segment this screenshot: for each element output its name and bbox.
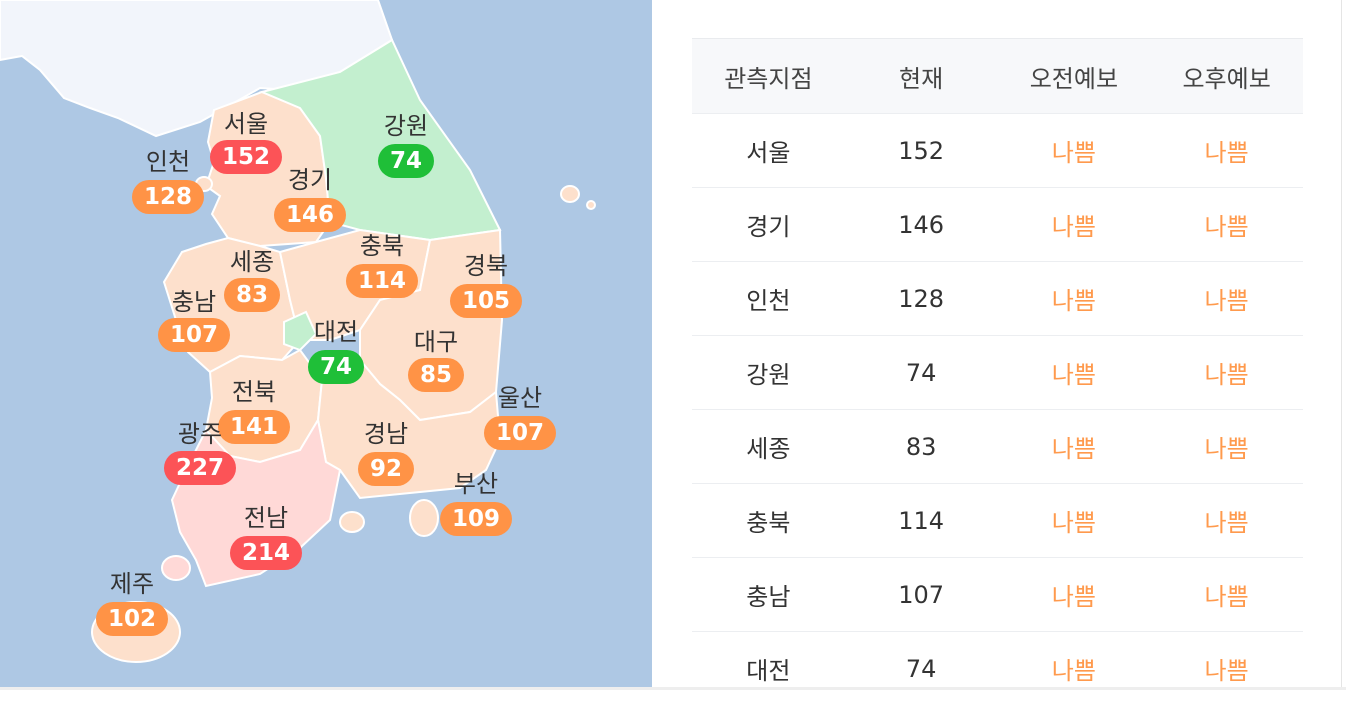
air-quality-table-panel: 관측지점 현재 오전예보 오후예보 서울 152 나쁨 나쁨 경기 146 나쁨 xyxy=(652,0,1346,690)
table-row: 인천 128 나쁨 나쁨 xyxy=(692,262,1303,336)
afternoon-grade: 나쁨 xyxy=(1150,632,1303,705)
region-name-label: 광주 xyxy=(178,422,222,446)
aqi-value-badge[interactable]: 102 xyxy=(96,602,168,636)
aqi-value-badge[interactable]: 141 xyxy=(218,410,290,444)
region-name-label: 강원 xyxy=(384,114,428,138)
table-header-row: 관측지점 현재 오전예보 오후예보 xyxy=(692,39,1303,114)
forecast-table: 관측지점 현재 오전예보 오후예보 서울 152 나쁨 나쁨 경기 146 나쁨 xyxy=(692,38,1303,705)
current-value: 114 xyxy=(845,484,998,558)
jindo-island-shape xyxy=(162,556,190,580)
header-morning-forecast: 오전예보 xyxy=(998,39,1151,114)
station-name: 충남 xyxy=(692,558,845,632)
aqi-value-badge[interactable]: 74 xyxy=(378,144,434,178)
station-name: 서울 xyxy=(692,114,845,188)
region-name-label: 경기 xyxy=(288,168,332,192)
geoje-island-shape xyxy=(410,500,438,536)
morning-grade: 나쁨 xyxy=(998,262,1151,336)
dokdo-island-shape xyxy=(587,201,595,209)
region-name-label: 서울 xyxy=(224,112,268,136)
region-name-label: 대전 xyxy=(314,320,358,344)
air-quality-map: 서울 152 인천 128 경기 146 강원 74 충북 114 세종 83 경북 105 충남 107 대전… xyxy=(0,0,652,690)
aqi-value-badge[interactable]: 227 xyxy=(164,451,236,485)
afternoon-grade: 나쁨 xyxy=(1150,558,1303,632)
station-name: 강원 xyxy=(692,336,845,410)
aqi-value-badge[interactable]: 214 xyxy=(230,536,302,570)
region-name-label: 세종 xyxy=(230,250,274,274)
station-name: 경기 xyxy=(692,188,845,262)
current-value: 74 xyxy=(845,336,998,410)
station-name: 세종 xyxy=(692,410,845,484)
region-name-label: 경남 xyxy=(364,422,408,446)
afternoon-grade: 나쁨 xyxy=(1150,410,1303,484)
morning-grade: 나쁨 xyxy=(998,114,1151,188)
table-row: 서울 152 나쁨 나쁨 xyxy=(692,114,1303,188)
morning-grade: 나쁨 xyxy=(998,336,1151,410)
aqi-value-badge[interactable]: 128 xyxy=(132,180,204,214)
current-value: 83 xyxy=(845,410,998,484)
region-name-label: 대구 xyxy=(414,330,458,354)
namhae-island-shape xyxy=(340,512,364,532)
aqi-value-badge[interactable]: 92 xyxy=(358,452,414,486)
current-value: 74 xyxy=(845,632,998,705)
aqi-value-badge[interactable]: 74 xyxy=(308,350,364,384)
region-name-label: 부산 xyxy=(454,472,498,496)
aqi-value-badge[interactable]: 85 xyxy=(408,358,464,392)
current-value: 128 xyxy=(845,262,998,336)
current-value: 152 xyxy=(845,114,998,188)
aqi-value-badge[interactable]: 83 xyxy=(224,278,280,312)
station-name: 충북 xyxy=(692,484,845,558)
morning-grade: 나쁨 xyxy=(998,558,1151,632)
region-name-label: 제주 xyxy=(110,572,154,596)
header-current: 현재 xyxy=(845,39,998,114)
region-name-label: 전북 xyxy=(232,380,276,404)
table-row: 세종 83 나쁨 나쁨 xyxy=(692,410,1303,484)
station-name: 대전 xyxy=(692,632,845,705)
region-name-label: 충북 xyxy=(360,234,404,258)
aqi-value-badge[interactable]: 107 xyxy=(158,318,230,352)
region-name-label: 울산 xyxy=(498,386,542,410)
current-value: 107 xyxy=(845,558,998,632)
aqi-value-badge[interactable]: 107 xyxy=(484,416,556,450)
table-row: 경기 146 나쁨 나쁨 xyxy=(692,188,1303,262)
station-name: 인천 xyxy=(692,262,845,336)
morning-grade: 나쁨 xyxy=(998,188,1151,262)
morning-grade: 나쁨 xyxy=(998,410,1151,484)
morning-grade: 나쁨 xyxy=(998,632,1151,705)
afternoon-grade: 나쁨 xyxy=(1150,336,1303,410)
forecast-table-container[interactable]: 관측지점 현재 오전예보 오후예보 서울 152 나쁨 나쁨 경기 146 나쁨 xyxy=(692,38,1303,705)
afternoon-grade: 나쁨 xyxy=(1150,188,1303,262)
table-row: 충남 107 나쁨 나쁨 xyxy=(692,558,1303,632)
aqi-value-badge[interactable]: 114 xyxy=(346,264,418,298)
afternoon-grade: 나쁨 xyxy=(1150,484,1303,558)
header-station: 관측지점 xyxy=(692,39,845,114)
region-name-label: 전남 xyxy=(244,506,288,530)
table-row: 강원 74 나쁨 나쁨 xyxy=(692,336,1303,410)
header-afternoon-forecast: 오후예보 xyxy=(1150,39,1303,114)
morning-grade: 나쁨 xyxy=(998,484,1151,558)
region-name-label: 경북 xyxy=(464,254,508,278)
afternoon-grade: 나쁨 xyxy=(1150,262,1303,336)
aqi-value-badge[interactable]: 105 xyxy=(450,284,522,318)
table-row: 충북 114 나쁨 나쁨 xyxy=(692,484,1303,558)
aqi-value-badge[interactable]: 146 xyxy=(274,198,346,232)
ulleungdo-island-shape xyxy=(561,186,579,202)
afternoon-grade: 나쁨 xyxy=(1150,114,1303,188)
aqi-value-badge[interactable]: 152 xyxy=(210,140,282,174)
panel-divider xyxy=(1341,0,1342,690)
region-name-label: 충남 xyxy=(172,290,216,314)
region-name-label: 인천 xyxy=(146,150,190,174)
table-row: 대전 74 나쁨 나쁨 xyxy=(692,632,1303,705)
current-value: 146 xyxy=(845,188,998,262)
aqi-value-badge[interactable]: 109 xyxy=(440,502,512,536)
